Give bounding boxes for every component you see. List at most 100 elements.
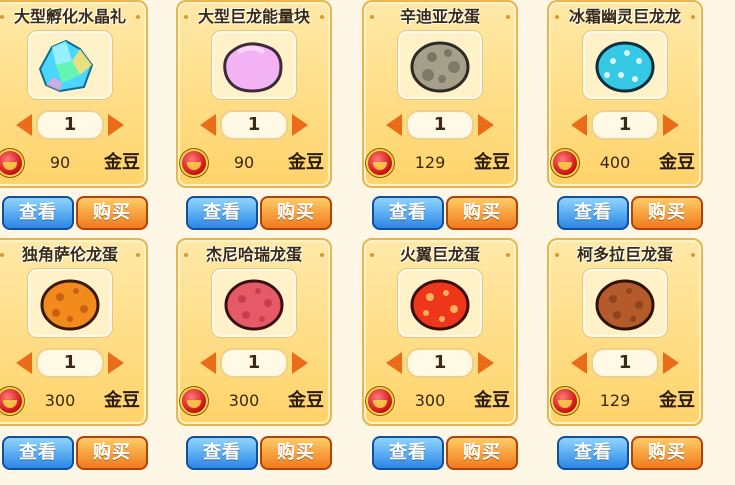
buy-button[interactable]: 购买: [260, 436, 332, 470]
price-value: 400: [599, 153, 631, 172]
buy-button[interactable]: 购买: [76, 196, 148, 230]
price-row: 400 金豆: [549, 151, 701, 175]
quantity-value[interactable]: 1: [591, 348, 659, 378]
price-value: 300: [228, 391, 260, 410]
view-button[interactable]: 查看: [372, 436, 444, 470]
quantity-value[interactable]: 1: [36, 110, 104, 140]
currency-label: 金豆: [474, 390, 510, 411]
increment-arrow[interactable]: [478, 352, 494, 374]
quantity-value[interactable]: 1: [220, 110, 288, 140]
quantity-value[interactable]: 1: [220, 348, 288, 378]
currency-icon: [553, 389, 577, 413]
buy-button[interactable]: 购买: [76, 436, 148, 470]
increment-arrow[interactable]: [663, 114, 679, 136]
quantity-selector: 1: [0, 110, 146, 140]
decrement-arrow[interactable]: [571, 352, 587, 374]
item-image-frame: [27, 268, 113, 338]
price-value: 129: [414, 153, 446, 172]
increment-arrow[interactable]: [108, 114, 124, 136]
buy-button[interactable]: 购买: [446, 436, 518, 470]
quantity-value[interactable]: 1: [591, 110, 659, 140]
item-image-frame: [582, 268, 668, 338]
decrement-arrow[interactable]: [386, 114, 402, 136]
quantity-selector: 1: [0, 348, 146, 378]
red-spotted-egg-icon: [224, 279, 284, 331]
increment-arrow[interactable]: [292, 352, 308, 374]
price-row: 90 金豆: [178, 151, 330, 175]
view-button[interactable]: 查看: [186, 196, 258, 230]
increment-arrow[interactable]: [663, 352, 679, 374]
decrement-arrow[interactable]: [200, 352, 216, 374]
item-title: 大型孵化水晶礼: [13, 7, 126, 26]
item-image-frame: [397, 268, 483, 338]
price-row: 300 金豆: [0, 389, 146, 413]
quantity-selector: 1: [549, 348, 701, 378]
item-image-frame: [211, 30, 297, 100]
currency-label: 金豆: [288, 152, 324, 173]
quantity-selector: 1: [364, 348, 516, 378]
view-button[interactable]: 查看: [557, 436, 629, 470]
title-dot-right: [320, 15, 324, 19]
buy-button[interactable]: 购买: [446, 196, 518, 230]
shop-item-card: 柯多拉巨龙蛋 1 129 金豆 查看 购买: [547, 238, 703, 470]
price-row: 129 金豆: [549, 389, 701, 413]
quantity-value[interactable]: 1: [406, 110, 474, 140]
view-button[interactable]: 查看: [372, 196, 444, 230]
brown-spotted-egg-icon: [595, 279, 655, 331]
currency-icon: [0, 151, 22, 175]
price-value: 90: [233, 153, 255, 172]
increment-arrow[interactable]: [478, 114, 494, 136]
item-image-frame: [397, 30, 483, 100]
title-dot-right: [136, 15, 140, 19]
decrement-arrow[interactable]: [16, 114, 32, 136]
price-row: 90 金豆: [0, 151, 146, 175]
item-title: 杰尼哈瑞龙蛋: [205, 245, 302, 264]
quantity-value[interactable]: 1: [36, 348, 104, 378]
quantity-selector: 1: [549, 110, 701, 140]
title-dot-left: [184, 253, 188, 257]
view-button[interactable]: 查看: [557, 196, 629, 230]
cyan-spotted-egg-icon: [595, 41, 655, 93]
quantity-selector: 1: [364, 110, 516, 140]
currency-label: 金豆: [288, 390, 324, 411]
title-dot-left: [0, 253, 4, 257]
currency-icon: [553, 151, 577, 175]
shop-item-card: 杰尼哈瑞龙蛋 1 300 金豆 查看 购买: [176, 238, 332, 470]
view-button[interactable]: 查看: [2, 196, 74, 230]
decrement-arrow[interactable]: [16, 352, 32, 374]
item-image-frame: [582, 30, 668, 100]
currency-icon: [182, 389, 206, 413]
item-title: 大型巨龙能量块: [197, 7, 310, 26]
price-value: 129: [599, 391, 631, 410]
title-dot-right: [320, 253, 324, 257]
increment-arrow[interactable]: [292, 114, 308, 136]
view-button[interactable]: 查看: [2, 436, 74, 470]
decrement-arrow[interactable]: [386, 352, 402, 374]
increment-arrow[interactable]: [108, 352, 124, 374]
price-value: 300: [44, 391, 76, 410]
fire-spotted-egg-icon: [410, 279, 470, 331]
currency-icon: [182, 151, 206, 175]
item-title: 火翼巨龙蛋: [399, 245, 480, 264]
buy-button[interactable]: 购买: [631, 436, 703, 470]
currency-label: 金豆: [659, 152, 695, 173]
title-dot-right: [691, 253, 695, 257]
price-row: 129 金豆: [364, 151, 516, 175]
shop-item-card: 辛迪亚龙蛋 1 129 金豆 查看 购买: [362, 0, 518, 230]
shop-item-card: 冰霜幽灵巨龙龙 1 400 金豆 查看 购买: [547, 0, 703, 230]
shop-item-card: 大型巨龙能量块 1 90 金豆 查看 购买: [176, 0, 332, 230]
buy-button[interactable]: 购买: [631, 196, 703, 230]
currency-label: 金豆: [474, 152, 510, 173]
decrement-arrow[interactable]: [571, 114, 587, 136]
price-value: 90: [49, 153, 71, 172]
title-dot-left: [0, 15, 4, 19]
decrement-arrow[interactable]: [200, 114, 216, 136]
view-button[interactable]: 查看: [186, 436, 258, 470]
buy-button[interactable]: 购买: [260, 196, 332, 230]
quantity-value[interactable]: 1: [406, 348, 474, 378]
gray-spotted-egg-icon: [410, 41, 470, 93]
crystal-icon: [38, 39, 94, 93]
shop-item-card: 大型孵化水晶礼 1 90 金豆 查看 购买: [0, 0, 148, 230]
quantity-selector: 1: [178, 110, 330, 140]
pink-energy-block-icon: [223, 42, 283, 93]
